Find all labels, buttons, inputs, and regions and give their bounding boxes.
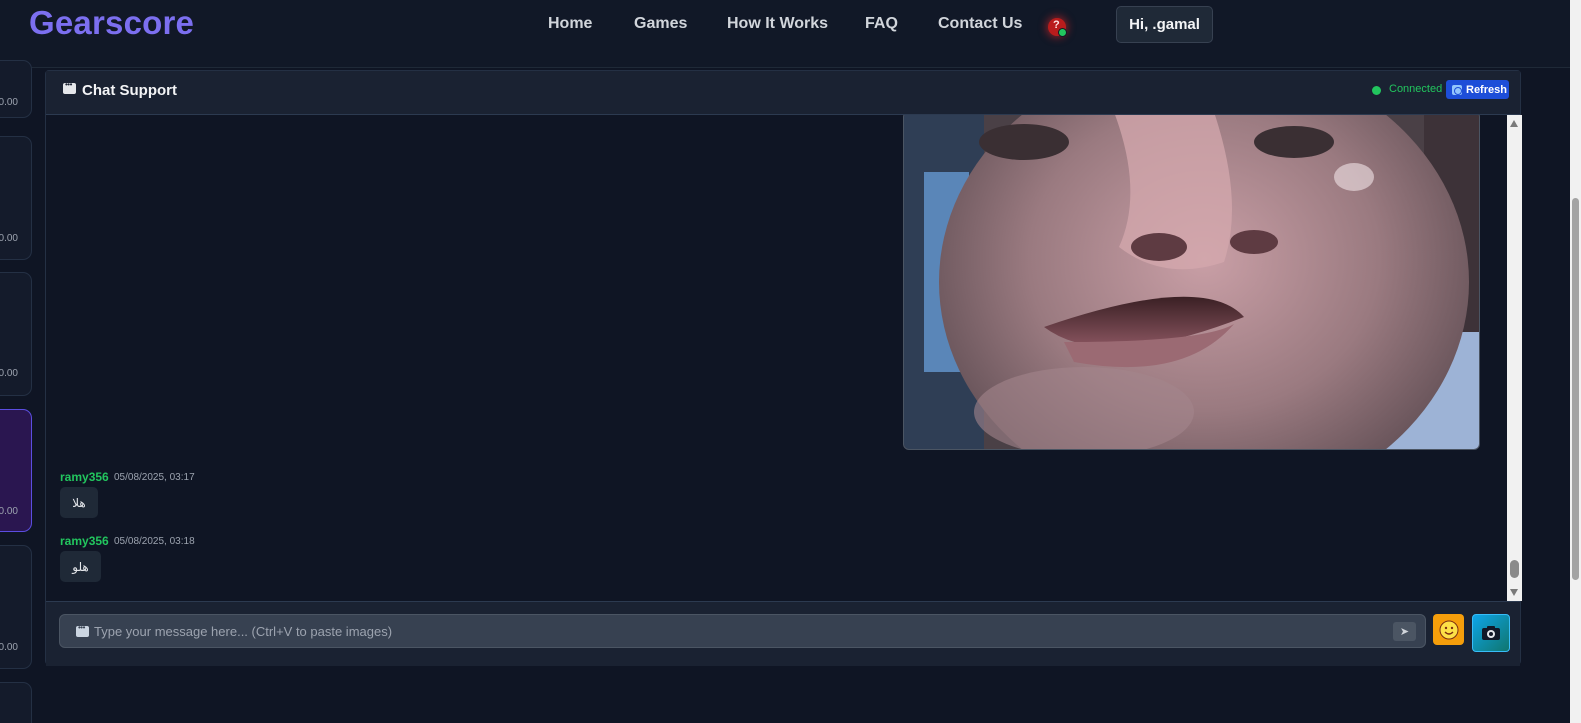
chat-header: Chat Support Connected Refresh: [46, 71, 1520, 115]
nav-faq[interactable]: FAQ: [865, 15, 898, 33]
image-attachment[interactable]: [903, 115, 1480, 450]
send-button[interactable]: ➤: [1393, 622, 1416, 641]
message-input-wrapper: ➤: [59, 614, 1426, 648]
message-bubble: هلا: [60, 487, 98, 518]
message-composer: ➤: [46, 601, 1520, 666]
message-list[interactable]: ramy356 05/08/2025, 03:17 هلا ramy356 05…: [46, 115, 1507, 601]
user-menu-button[interactable]: Hi, .gamal: [1116, 6, 1213, 43]
chat-support-panel: Chat Support Connected Refresh: [45, 70, 1522, 666]
connection-status: Connected: [1389, 83, 1443, 95]
refresh-label: Refresh: [1466, 83, 1507, 96]
message-timestamp: 05/08/2025, 03:18: [114, 536, 195, 547]
rail-card[interactable]: 0.00: [0, 60, 32, 118]
page-scrollbar[interactable]: [1570, 0, 1581, 723]
nav-contact-us[interactable]: Contact Us: [938, 15, 1022, 33]
camera-icon: [1482, 626, 1500, 640]
scrollbar-thumb[interactable]: [1510, 560, 1519, 578]
nav-home[interactable]: Home: [548, 15, 592, 33]
rail-card[interactable]: 0.00: [0, 272, 32, 396]
scroll-down-icon[interactable]: [1510, 589, 1518, 596]
chat-bubble-icon: [76, 623, 89, 637]
online-dot-icon: [1058, 28, 1067, 37]
notification-help-icon[interactable]: ?: [1048, 18, 1067, 37]
message-bubble: هلو: [60, 551, 101, 582]
message-input[interactable]: [94, 615, 1374, 647]
rail-card-value: 0.00: [0, 368, 18, 379]
refresh-icon: [1452, 84, 1462, 95]
connection-status-dot-icon: [1372, 86, 1381, 95]
rail-card-value: 0.00: [0, 97, 18, 108]
top-navbar: Gearscore Home Games How It Works FAQ Co…: [0, 0, 1581, 68]
rail-card[interactable]: 0.00: [0, 136, 32, 260]
messages-scrollbar[interactable]: [1507, 115, 1522, 601]
message-username[interactable]: ramy356: [60, 534, 109, 548]
page-scrollbar-thumb[interactable]: [1572, 198, 1579, 580]
chat-title: Chat Support: [82, 82, 177, 99]
message-timestamp: 05/08/2025, 03:17: [114, 472, 195, 483]
photo-image: [904, 115, 1479, 449]
chat-bubble-icon: [63, 80, 76, 94]
message-username[interactable]: ramy356: [60, 470, 109, 484]
refresh-button[interactable]: Refresh: [1446, 80, 1509, 99]
rail-card-value: 0.00: [0, 642, 18, 653]
rail-card-active[interactable]: 0.00: [0, 409, 32, 532]
rail-card[interactable]: 0.00: [0, 545, 32, 669]
nav-games[interactable]: Games: [634, 15, 687, 33]
rail-card[interactable]: [0, 682, 32, 723]
send-arrow-icon: ➤: [1399, 626, 1410, 638]
nav-how-it-works[interactable]: How It Works: [727, 15, 828, 33]
smiley-icon: [1439, 620, 1458, 639]
brand-logo[interactable]: Gearscore: [29, 4, 194, 42]
rail-card-value: 0.00: [0, 233, 18, 244]
rail-card-value: 0.00: [0, 506, 18, 517]
scroll-up-icon[interactable]: [1510, 120, 1518, 127]
camera-button[interactable]: [1472, 614, 1510, 652]
emoji-button[interactable]: [1433, 614, 1464, 645]
